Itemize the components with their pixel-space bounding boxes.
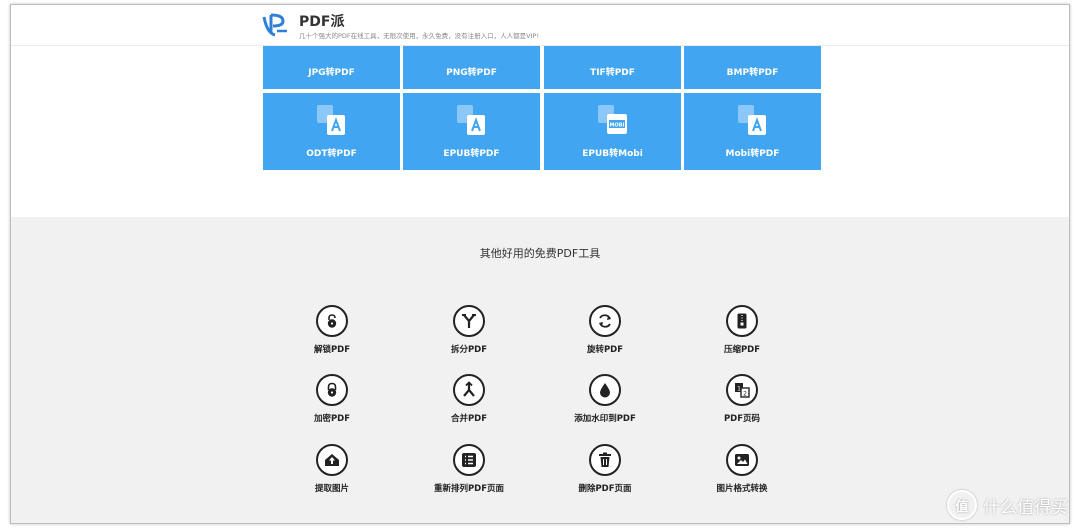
tile-label: TIF转PDF [590, 68, 635, 78]
tile-label: BMP转PDF [726, 68, 779, 78]
watermark-drop-icon [600, 383, 610, 398]
tile-epub-to-pdf[interactable]: EPUB转PDF [403, 93, 540, 170]
split-icon [462, 314, 476, 328]
tool-label: 图片格式转换 [716, 484, 768, 494]
tool-label: 删除PDF页面 [578, 484, 632, 494]
lock-icon [327, 382, 337, 397]
tool-label: 合并PDF [450, 414, 488, 424]
svg-text:1: 1 [737, 386, 741, 393]
tool-split-pdf[interactable]: 拆分PDF [399, 305, 539, 355]
smzdm-watermark: 值 什么值得买 [947, 490, 1068, 520]
tile-odt-to-pdf[interactable]: ODT转PDF [263, 93, 400, 170]
tile-label: Mobi转PDF [725, 149, 780, 159]
tile-label: ODT转PDF [306, 149, 357, 159]
unlock-icon [327, 314, 337, 328]
other-tools-section: 其他好用的免费PDF工具 解锁PDF 拆分PDF 旋转PDF 压缩PDF 加密P… [11, 217, 1069, 523]
brand-name[interactable]: PDF派 [299, 11, 344, 31]
tool-encrypt-pdf[interactable]: 加密PDF [262, 374, 402, 424]
extract-image-icon [325, 454, 339, 466]
epub-to-pdf-icon [456, 105, 485, 135]
odt-to-pdf-icon [316, 105, 345, 135]
tool-label: 重新排列PDF页面 [433, 484, 505, 494]
tool-label: 提取图片 [314, 484, 349, 494]
tool-label: 压缩PDF [723, 345, 761, 355]
tool-label: 拆分PDF [450, 345, 488, 355]
reorder-list-icon [462, 453, 476, 467]
tile-label: EPUB转PDF [443, 149, 500, 159]
watermark-text: 什么值得买 [983, 497, 1068, 518]
tool-unlock-pdf[interactable]: 解锁PDF [262, 305, 402, 355]
merge-icon [463, 381, 475, 397]
tool-extract-images[interactable]: 提取图片 [262, 444, 402, 494]
tile-label: EPUB转Mobi [582, 149, 643, 159]
tile-mobi-to-pdf[interactable]: Mobi转PDF [684, 93, 821, 170]
section-title: 其他好用的免费PDF工具 [479, 247, 601, 260]
tile-epub-to-mobi[interactable]: MOBI EPUB转Mobi [544, 93, 681, 170]
tool-merge-pdf[interactable]: 合并PDF [399, 374, 539, 424]
tool-rotate-pdf[interactable]: 旋转PDF [535, 305, 675, 355]
epub-to-mobi-icon: MOBI [597, 105, 627, 134]
tool-label: PDF页码 [723, 414, 761, 424]
tile-label: PNG转PDF [446, 68, 497, 78]
mobi-badge: MOBI [609, 123, 624, 129]
tool-image-convert[interactable]: 图片格式转换 [672, 444, 812, 494]
tile-label: JPG转PDF [308, 68, 355, 78]
tool-reorder-pages[interactable]: 重新排列PDF页面 [399, 444, 539, 494]
page-number-icon: 12 [735, 383, 750, 398]
image-convert-icon [735, 454, 749, 466]
tool-add-watermark[interactable]: 添加水印到PDF [535, 374, 675, 424]
smzdm-logo-icon: 值 [947, 490, 977, 520]
trash-icon [599, 452, 611, 467]
tool-compress-pdf[interactable]: 压缩PDF [672, 305, 812, 355]
tool-page-numbers[interactable]: 12 PDF页码 [672, 374, 812, 424]
tool-label: 添加水印到PDF [574, 414, 636, 424]
tool-label: 解锁PDF [313, 345, 351, 355]
tool-label: 加密PDF [313, 414, 351, 424]
browser-viewport: JPG转PDF PNG转PDF TIF转PDF BMP转PDF ODT转PDF … [10, 4, 1070, 524]
brand-tagline: 几十个强大的PDF在线工具，无限次使用，永久免费，没有注册入口，人人都是VIP! [299, 32, 540, 40]
pdfpai-logo-icon[interactable] [261, 11, 289, 39]
mobi-to-pdf-icon [737, 105, 766, 135]
tool-label: 旋转PDF [586, 345, 624, 355]
rotate-icon [599, 314, 611, 328]
tool-delete-pages[interactable]: 删除PDF页面 [535, 444, 675, 494]
compress-icon [737, 313, 747, 329]
svg-text:2: 2 [743, 391, 747, 398]
site-header: PDF派 几十个强大的PDF在线工具，无限次使用，永久免费，没有注册入口，人人都… [11, 5, 1069, 46]
